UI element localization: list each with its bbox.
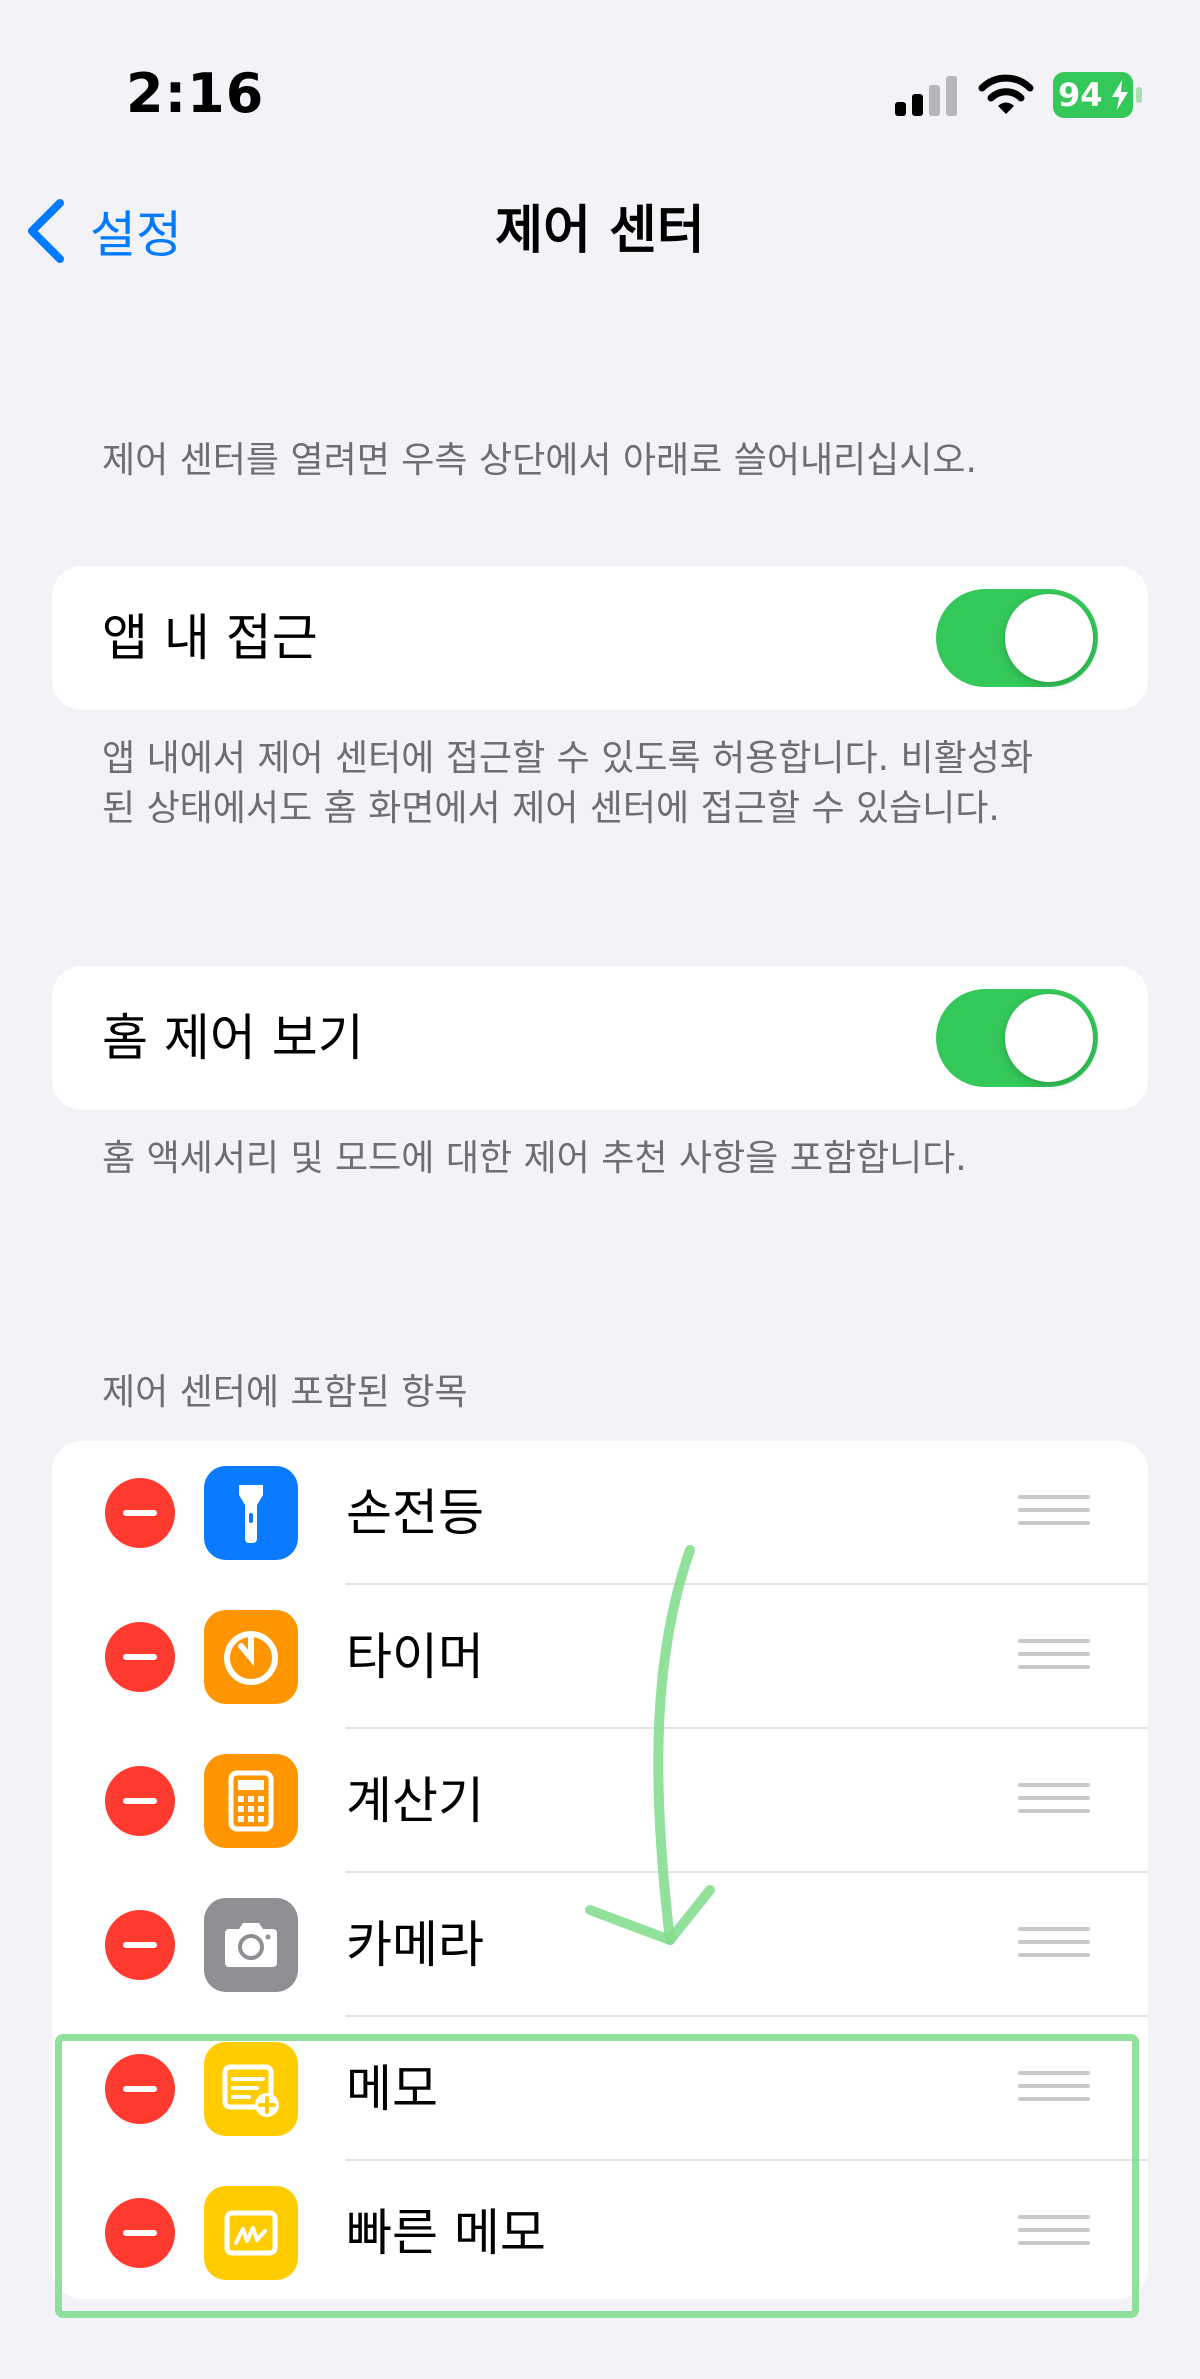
cellular-signal-icon bbox=[895, 76, 957, 116]
list-item-label: 타이머 bbox=[346, 1628, 484, 1686]
camera-icon bbox=[204, 1898, 298, 1992]
access-in-apps-label: 앱 내 접근 bbox=[102, 609, 318, 667]
intro-text: 제어 센터를 열려면 우측 상단에서 아래로 쓸어내리십시오. bbox=[102, 440, 977, 481]
flashlight-icon bbox=[204, 1466, 298, 1560]
remove-button[interactable] bbox=[105, 1622, 175, 1692]
reorder-handle-icon[interactable] bbox=[1018, 1495, 1090, 1531]
charging-bolt-icon bbox=[1112, 80, 1128, 110]
reorder-handle-icon[interactable] bbox=[1018, 1783, 1090, 1819]
list-item-label: 계산기 bbox=[346, 1772, 484, 1830]
access-in-apps-toggle[interactable] bbox=[936, 589, 1098, 687]
home-controls-label: 홈 제어 보기 bbox=[102, 1009, 364, 1067]
home-controls-footer: 홈 액세서리 및 모드에 대한 제어 추천 사항을 포함합니다. bbox=[102, 1138, 967, 1179]
annotation-highlight-box bbox=[55, 2034, 1139, 2318]
included-section-header: 제어 센터에 포함된 항목 bbox=[102, 1372, 468, 1413]
home-controls-toggle[interactable] bbox=[936, 989, 1098, 1087]
toggle-knob bbox=[1005, 594, 1093, 682]
remove-button[interactable] bbox=[105, 1766, 175, 1836]
access-in-apps-footer: 앱 내에서 제어 센터에 접근할 수 있도록 허용합니다. 비활성화된 상태에서… bbox=[102, 738, 1033, 829]
list-item-label: 손전등 bbox=[346, 1484, 484, 1542]
list-item-label: 카메라 bbox=[346, 1916, 484, 1974]
toggle-knob bbox=[1005, 994, 1093, 1082]
reorder-handle-icon[interactable] bbox=[1018, 1927, 1090, 1963]
annotation-arrow bbox=[585, 1545, 715, 1945]
home-controls-row: 홈 제어 보기 bbox=[52, 966, 1148, 1110]
calculator-icon bbox=[204, 1754, 298, 1848]
battery-level: 94 bbox=[1058, 76, 1103, 114]
status-time: 2:16 bbox=[126, 62, 265, 125]
remove-button[interactable] bbox=[105, 1478, 175, 1548]
remove-button[interactable] bbox=[105, 1910, 175, 1980]
battery-indicator: 94 bbox=[1053, 72, 1143, 118]
wifi-icon bbox=[978, 74, 1034, 114]
timer-icon bbox=[204, 1610, 298, 1704]
page-title: 제어 센터 bbox=[495, 201, 705, 261]
access-in-apps-row: 앱 내 접근 bbox=[52, 566, 1148, 710]
reorder-handle-icon[interactable] bbox=[1018, 1639, 1090, 1675]
